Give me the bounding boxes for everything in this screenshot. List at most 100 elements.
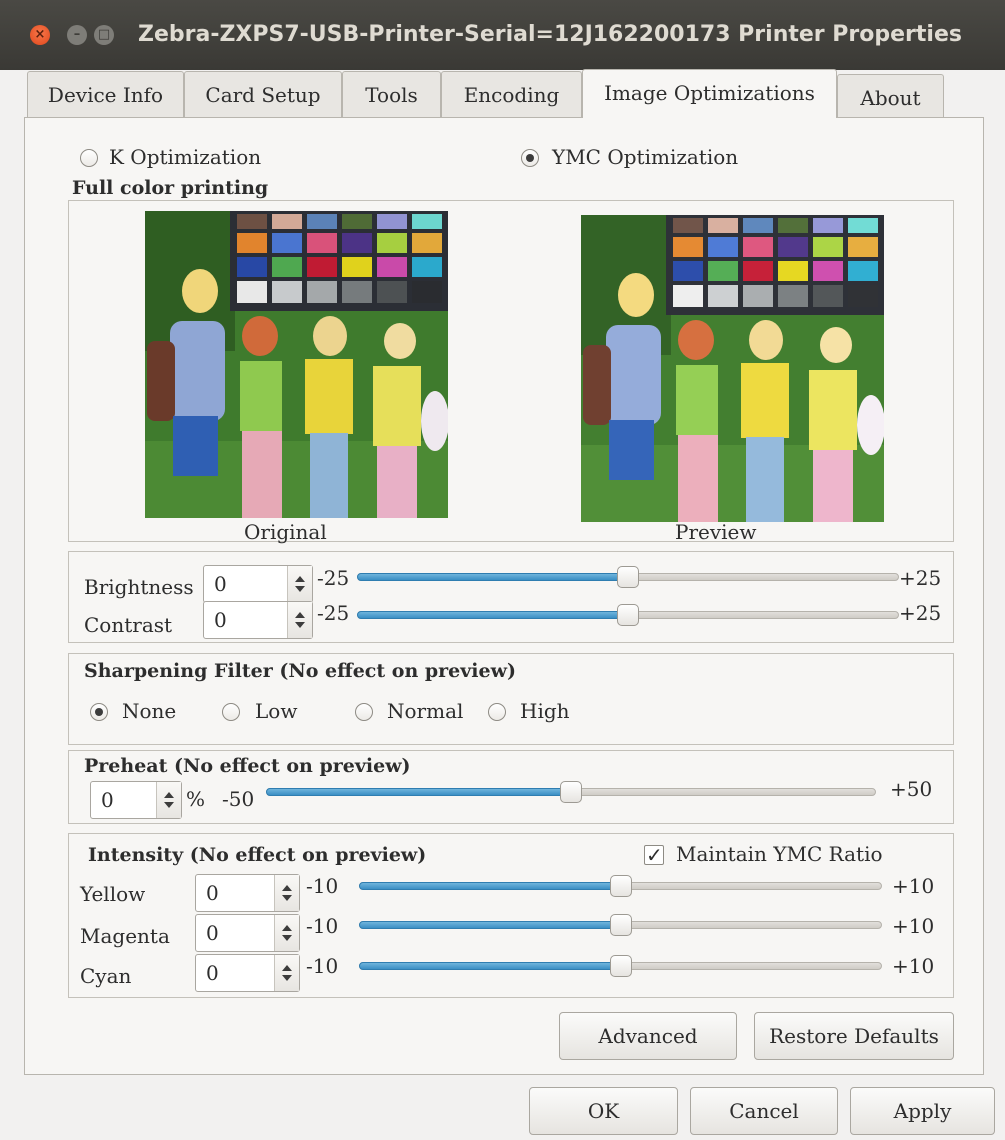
magenta-label: Magenta	[80, 924, 170, 948]
sharpening-heading: Sharpening Filter (No effect on preview)	[84, 660, 516, 682]
cyan-value: 0	[206, 961, 219, 985]
up-down-arrows-icon	[282, 965, 292, 981]
up-down-arrows-icon	[164, 792, 174, 808]
contrast-spinbox[interactable]: 0	[203, 601, 313, 639]
maximize-icon: □	[97, 27, 111, 42]
brightness-contrast-group	[68, 551, 954, 643]
brightness-value: 0	[214, 572, 227, 596]
brightness-label: Brightness	[84, 575, 194, 599]
up-down-arrows-icon	[295, 612, 305, 628]
slider-fill	[359, 882, 621, 890]
cyan-slider[interactable]	[359, 955, 882, 977]
tab-about[interactable]: About	[837, 74, 944, 120]
tab-label: Image Optimizations	[604, 81, 815, 105]
ok-button[interactable]: OK	[529, 1087, 678, 1135]
tab-label: Card Setup	[205, 83, 321, 107]
preview-image	[581, 215, 884, 522]
maximize-window-button[interactable]: □	[94, 25, 114, 45]
contrast-stepper[interactable]	[287, 602, 312, 638]
sharpening-none-radio[interactable]	[90, 703, 108, 721]
cyan-max-label: +10	[892, 954, 935, 978]
magenta-value: 0	[206, 921, 219, 945]
sharpening-none-label: None	[122, 699, 177, 723]
contrast-slider[interactable]	[357, 604, 899, 626]
cyan-label: Cyan	[80, 964, 132, 988]
cyan-stepper[interactable]	[274, 955, 299, 991]
slider-handle[interactable]	[610, 914, 632, 936]
cyan-spinbox[interactable]: 0	[195, 954, 300, 992]
yellow-spinbox[interactable]: 0	[195, 874, 300, 912]
k-optimization-label: K Optimization	[109, 145, 262, 169]
yellow-max-label: +10	[892, 874, 935, 898]
up-down-arrows-icon	[282, 885, 292, 901]
up-down-arrows-icon	[282, 925, 292, 941]
preheat-spinbox[interactable]: 0	[90, 781, 182, 819]
original-image	[145, 211, 448, 518]
brightness-max-label: +25	[899, 566, 942, 590]
preheat-stepper[interactable]	[156, 782, 181, 818]
cancel-button[interactable]: Cancel	[690, 1087, 838, 1135]
close-window-button[interactable]: ×	[30, 25, 50, 45]
up-down-arrows-icon	[295, 576, 305, 592]
slider-handle[interactable]	[610, 875, 632, 897]
advanced-button[interactable]: Advanced	[559, 1012, 737, 1060]
tab-label: About	[860, 86, 921, 110]
cyan-min-label: -10	[306, 954, 339, 978]
magenta-max-label: +10	[892, 914, 935, 938]
sharpening-high-radio[interactable]	[488, 703, 506, 721]
contrast-max-label: +25	[899, 601, 942, 625]
brightness-spinbox[interactable]: 0	[203, 565, 313, 603]
intensity-heading: Intensity (No effect on preview)	[88, 844, 427, 866]
sharpening-normal-radio[interactable]	[355, 703, 373, 721]
yellow-stepper[interactable]	[274, 875, 299, 911]
tab-label: Tools	[365, 83, 418, 107]
contrast-label: Contrast	[84, 613, 173, 637]
yellow-slider[interactable]	[359, 875, 882, 897]
slider-fill	[266, 788, 571, 796]
slider-handle[interactable]	[560, 781, 582, 803]
preheat-slider[interactable]	[266, 781, 876, 803]
restore-defaults-button[interactable]: Restore Defaults	[754, 1012, 954, 1060]
ymc-optimization-radio[interactable]	[521, 149, 539, 167]
preheat-max-label: +50	[890, 777, 933, 801]
tab-image-optimizations[interactable]: Image Optimizations	[582, 69, 837, 118]
tab-device-info[interactable]: Device Info	[27, 71, 184, 117]
ymc-optimization-label: YMC Optimization	[552, 145, 739, 169]
preheat-value: 0	[101, 788, 114, 812]
sharpening-low-label: Low	[255, 699, 298, 723]
brightness-stepper[interactable]	[287, 566, 312, 602]
magenta-spinbox[interactable]: 0	[195, 914, 300, 952]
preview-caption: Preview	[675, 520, 757, 544]
tab-label: Encoding	[463, 83, 560, 107]
close-icon: ×	[34, 27, 46, 42]
minimize-window-button[interactable]: –	[67, 25, 87, 45]
slider-fill	[359, 962, 621, 970]
window-title: Zebra-ZXPS7-USB-Printer-Serial=12J162200…	[138, 22, 962, 47]
slider-handle[interactable]	[610, 955, 632, 977]
contrast-min-label: -25	[317, 601, 350, 625]
original-caption: Original	[244, 520, 327, 544]
minimize-icon: –	[73, 27, 81, 42]
full-color-heading: Full color printing	[72, 177, 269, 199]
yellow-value: 0	[206, 881, 219, 905]
maintain-ymc-ratio-label: Maintain YMC Ratio	[676, 842, 883, 866]
yellow-min-label: -10	[306, 874, 339, 898]
apply-button[interactable]: Apply	[850, 1087, 995, 1135]
tab-encoding[interactable]: Encoding	[441, 71, 582, 117]
sharpening-high-label: High	[520, 699, 570, 723]
slider-handle[interactable]	[617, 566, 639, 588]
sharpening-normal-label: Normal	[387, 699, 464, 723]
yellow-label: Yellow	[80, 882, 146, 906]
k-optimization-radio[interactable]	[80, 149, 98, 167]
magenta-slider[interactable]	[359, 914, 882, 936]
maintain-ymc-ratio-checkbox[interactable]: ✓	[644, 843, 664, 867]
brightness-slider[interactable]	[357, 566, 899, 588]
tab-card-setup[interactable]: Card Setup	[184, 71, 342, 117]
magenta-stepper[interactable]	[274, 915, 299, 951]
slider-handle[interactable]	[617, 604, 639, 626]
tab-tools[interactable]: Tools	[342, 71, 441, 117]
slider-fill	[357, 573, 628, 581]
preheat-heading: Preheat (No effect on preview)	[84, 755, 411, 777]
magenta-min-label: -10	[306, 914, 339, 938]
sharpening-low-radio[interactable]	[222, 703, 240, 721]
